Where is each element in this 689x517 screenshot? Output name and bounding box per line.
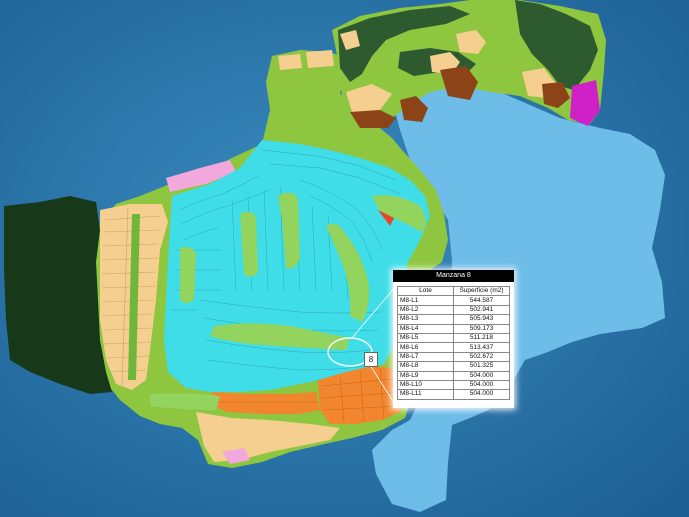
north-beige-lot-7 bbox=[306, 50, 334, 68]
table-row: M8-L5 511.218 bbox=[397, 332, 510, 344]
column-header-lot: Lote bbox=[397, 285, 454, 297]
lot-id: M8-L9 bbox=[397, 370, 454, 381]
lot-id: M8-L8 bbox=[397, 361, 454, 372]
table-row: M8-L1 544.587 bbox=[397, 295, 510, 306]
lot-area: 509.173 bbox=[453, 323, 510, 334]
table-row: M8-L2 502.941 bbox=[397, 304, 510, 316]
lot-id: M8-L1 bbox=[397, 295, 454, 306]
lot-id: M8-L6 bbox=[397, 342, 454, 353]
lot-area-table: Lote Superficie (m2) M8-L1 544.587 M8-L2 5… bbox=[397, 285, 510, 400]
south-orange-lots-2 bbox=[212, 392, 320, 414]
lot-area: 504.000 bbox=[453, 370, 510, 381]
column-header-area: Superficie (m2) bbox=[453, 285, 510, 297]
lot-area: 504.000 bbox=[453, 379, 510, 391]
lot-area: 504.000 bbox=[453, 389, 510, 400]
table-row: M8-L3 505.943 bbox=[397, 314, 510, 325]
table-row: M8-L4 509.173 bbox=[397, 323, 510, 334]
lot-id: M8-L11 bbox=[397, 389, 454, 400]
lot-area: 502.941 bbox=[453, 304, 510, 316]
table-header-row: Lote Superficie (m2) bbox=[397, 285, 510, 297]
lot-id: M8-L3 bbox=[397, 314, 454, 325]
lot-id: M8-L2 bbox=[397, 304, 454, 316]
lot-id: M8-L5 bbox=[397, 332, 454, 344]
block-info-title: Manzana 8 bbox=[393, 270, 514, 282]
lot-area: 502.672 bbox=[453, 351, 510, 363]
lot-id: M8-L10 bbox=[397, 379, 454, 391]
lot-id: M8-L4 bbox=[397, 323, 454, 334]
lot-area: 505.943 bbox=[453, 314, 510, 325]
lot-area: 511.218 bbox=[453, 332, 510, 344]
north-beige-lot-6 bbox=[278, 54, 302, 70]
table-row: M8-L9 504.000 bbox=[397, 370, 510, 381]
lot-area: 501.325 bbox=[453, 361, 510, 372]
table-row: M8-L8 501.325 bbox=[397, 361, 510, 372]
table-row: M8-L7 502.672 bbox=[397, 351, 510, 363]
west-forest bbox=[4, 196, 112, 394]
block-info-panel: Manzana 8 Lote Superficie (m2) M8-L1 544.… bbox=[393, 270, 514, 408]
block-number-label: 8 bbox=[364, 352, 378, 367]
lot-area: 513.437 bbox=[453, 342, 510, 353]
table-row: M8-L11 504.000 bbox=[397, 389, 510, 400]
fairway-6 bbox=[180, 246, 196, 303]
table-row: M8-L6 513.437 bbox=[397, 342, 510, 353]
lot-id: M8-L7 bbox=[397, 351, 454, 363]
lot-area: 544.587 bbox=[453, 295, 510, 306]
table-row: M8-L10 504.000 bbox=[397, 379, 510, 391]
site-map bbox=[0, 0, 689, 517]
